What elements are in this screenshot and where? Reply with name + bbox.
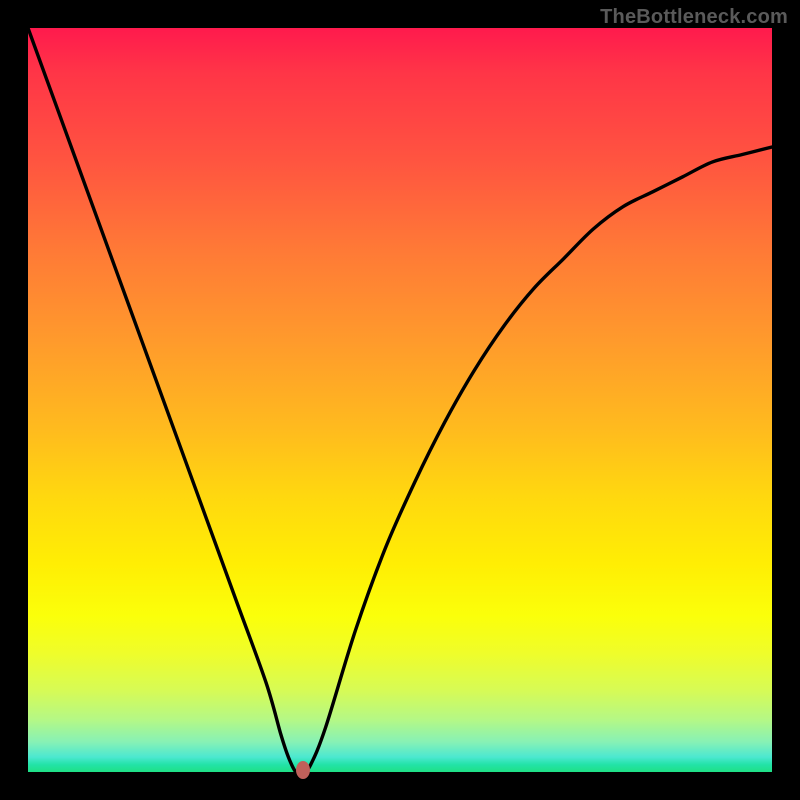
optimum-marker [296, 761, 310, 779]
plot-area [28, 28, 772, 772]
bottleneck-curve [28, 28, 772, 772]
chart-frame: TheBottleneck.com [0, 0, 800, 800]
watermark-text: TheBottleneck.com [600, 6, 788, 29]
